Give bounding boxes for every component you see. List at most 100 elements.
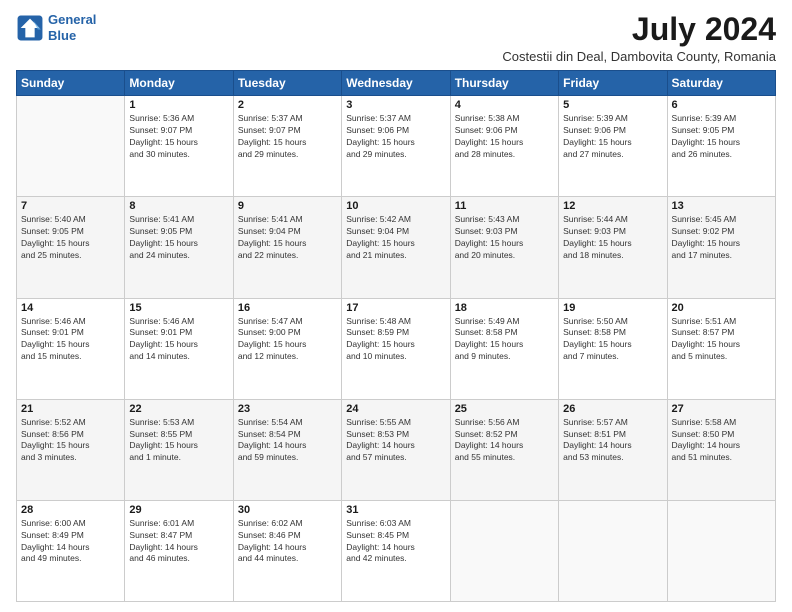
- day-number: 27: [672, 403, 771, 415]
- day-number: 24: [346, 403, 445, 415]
- day-number: 15: [129, 302, 228, 314]
- day-info: Sunrise: 5:50 AMSunset: 8:58 PMDaylight:…: [563, 316, 662, 364]
- calendar-cell: 22 Sunrise: 5:53 AMSunset: 8:55 PMDayligh…: [125, 399, 233, 500]
- day-info: Sunrise: 5:43 AMSunset: 9:03 PMDaylight:…: [455, 214, 554, 262]
- day-info: Sunrise: 5:51 AMSunset: 8:57 PMDaylight:…: [672, 316, 771, 364]
- day-number: 31: [346, 504, 445, 516]
- day-info: Sunrise: 5:55 AMSunset: 8:53 PMDaylight:…: [346, 417, 445, 465]
- day-info: Sunrise: 5:42 AMSunset: 9:04 PMDaylight:…: [346, 214, 445, 262]
- day-number: 29: [129, 504, 228, 516]
- day-info: Sunrise: 5:56 AMSunset: 8:52 PMDaylight:…: [455, 417, 554, 465]
- day-info: Sunrise: 6:01 AMSunset: 8:47 PMDaylight:…: [129, 518, 228, 566]
- logo-text: General Blue: [48, 12, 96, 43]
- day-header-sunday: Sunday: [17, 71, 125, 96]
- calendar-cell: 31Sunrise: 6:03 AMSunset: 8:45 PMDayligh…: [342, 500, 450, 601]
- calendar-cell: [450, 500, 558, 601]
- calendar-cell: 4 Sunrise: 5:38 AMSunset: 9:06 PMDaylight…: [450, 96, 558, 197]
- calendar-cell: 8 Sunrise: 5:41 AMSunset: 9:05 PMDaylight…: [125, 197, 233, 298]
- day-info: Sunrise: 5:41 AMSunset: 9:04 PMDaylight:…: [238, 214, 337, 262]
- day-info: Sunrise: 5:53 AMSunset: 8:55 PMDaylight:…: [129, 417, 228, 465]
- day-number: 23: [238, 403, 337, 415]
- day-info: Sunrise: 5:54 AMSunset: 8:54 PMDaylight:…: [238, 417, 337, 465]
- day-info: Sunrise: 5:37 AMSunset: 9:07 PMDaylight:…: [238, 113, 337, 161]
- day-header-tuesday: Tuesday: [233, 71, 341, 96]
- day-number: 5: [563, 99, 662, 111]
- calendar-cell: 21 Sunrise: 5:52 AMSunset: 8:56 PMDayligh…: [17, 399, 125, 500]
- calendar-cell: [17, 96, 125, 197]
- calendar-cell: 3Sunrise: 5:37 AMSunset: 9:06 PMDaylight…: [342, 96, 450, 197]
- calendar-cell: 20 Sunrise: 5:51 AMSunset: 8:57 PMDayligh…: [667, 298, 775, 399]
- location: Costestii din Deal, Dambovita County, Ro…: [502, 49, 776, 64]
- calendar-cell: 15 Sunrise: 5:46 AMSunset: 9:01 PMDayligh…: [125, 298, 233, 399]
- day-header-thursday: Thursday: [450, 71, 558, 96]
- day-number: 30: [238, 504, 337, 516]
- day-header-monday: Monday: [125, 71, 233, 96]
- day-info: Sunrise: 5:47 AMSunset: 9:00 PMDaylight:…: [238, 316, 337, 364]
- calendar-cell: 14 Sunrise: 5:46 AMSunset: 9:01 PMDayligh…: [17, 298, 125, 399]
- calendar-cell: 30 Sunrise: 6:02 AMSunset: 8:46 PMDayligh…: [233, 500, 341, 601]
- day-info: Sunrise: 5:41 AMSunset: 9:05 PMDaylight:…: [129, 214, 228, 262]
- day-info: Sunrise: 5:39 AMSunset: 9:06 PMDaylight:…: [563, 113, 662, 161]
- day-number: 2: [238, 99, 337, 111]
- day-number: 26: [563, 403, 662, 415]
- calendar-cell: 18 Sunrise: 5:49 AMSunset: 8:58 PMDayligh…: [450, 298, 558, 399]
- day-number: 21: [21, 403, 120, 415]
- day-number: 12: [563, 200, 662, 212]
- calendar-week-row: 14 Sunrise: 5:46 AMSunset: 9:01 PMDayligh…: [17, 298, 776, 399]
- calendar-cell: 2 Sunrise: 5:37 AMSunset: 9:07 PMDaylight…: [233, 96, 341, 197]
- day-info: Sunrise: 6:02 AMSunset: 8:46 PMDaylight:…: [238, 518, 337, 566]
- calendar-cell: 9Sunrise: 5:41 AMSunset: 9:04 PMDaylight…: [233, 197, 341, 298]
- calendar-cell: 7Sunrise: 5:40 AMSunset: 9:05 PMDaylight…: [17, 197, 125, 298]
- day-number: 28: [21, 504, 120, 516]
- calendar-cell: 24 Sunrise: 5:55 AMSunset: 8:53 PMDayligh…: [342, 399, 450, 500]
- day-number: 14: [21, 302, 120, 314]
- day-info: Sunrise: 5:38 AMSunset: 9:06 PMDaylight:…: [455, 113, 554, 161]
- day-number: 22: [129, 403, 228, 415]
- calendar-header-row: SundayMondayTuesdayWednesdayThursdayFrid…: [17, 71, 776, 96]
- day-header-wednesday: Wednesday: [342, 71, 450, 96]
- calendar-cell: 1Sunrise: 5:36 AMSunset: 9:07 PMDaylight…: [125, 96, 233, 197]
- calendar-week-row: 1Sunrise: 5:36 AMSunset: 9:07 PMDaylight…: [17, 96, 776, 197]
- day-number: 25: [455, 403, 554, 415]
- calendar-cell: 26 Sunrise: 5:57 AMSunset: 8:51 PMDayligh…: [559, 399, 667, 500]
- day-number: 11: [455, 200, 554, 212]
- calendar-week-row: 28Sunrise: 6:00 AMSunset: 8:49 PMDayligh…: [17, 500, 776, 601]
- logo: General Blue: [16, 12, 96, 43]
- day-info: Sunrise: 5:39 AMSunset: 9:05 PMDaylight:…: [672, 113, 771, 161]
- day-number: 20: [672, 302, 771, 314]
- day-number: 10: [346, 200, 445, 212]
- calendar-week-row: 7Sunrise: 5:40 AMSunset: 9:05 PMDaylight…: [17, 197, 776, 298]
- calendar-cell: 11 Sunrise: 5:43 AMSunset: 9:03 PMDayligh…: [450, 197, 558, 298]
- day-info: Sunrise: 5:37 AMSunset: 9:06 PMDaylight:…: [346, 113, 445, 161]
- day-info: Sunrise: 5:46 AMSunset: 9:01 PMDaylight:…: [129, 316, 228, 364]
- day-number: 7: [21, 200, 120, 212]
- day-header-saturday: Saturday: [667, 71, 775, 96]
- day-number: 6: [672, 99, 771, 111]
- day-info: Sunrise: 5:49 AMSunset: 8:58 PMDaylight:…: [455, 316, 554, 364]
- calendar-cell: 23 Sunrise: 5:54 AMSunset: 8:54 PMDayligh…: [233, 399, 341, 500]
- calendar-cell: 12 Sunrise: 5:44 AMSunset: 9:03 PMDayligh…: [559, 197, 667, 298]
- day-info: Sunrise: 5:58 AMSunset: 8:50 PMDaylight:…: [672, 417, 771, 465]
- calendar-cell: 27 Sunrise: 5:58 AMSunset: 8:50 PMDayligh…: [667, 399, 775, 500]
- day-info: Sunrise: 5:57 AMSunset: 8:51 PMDaylight:…: [563, 417, 662, 465]
- day-info: Sunrise: 5:36 AMSunset: 9:07 PMDaylight:…: [129, 113, 228, 161]
- day-number: 4: [455, 99, 554, 111]
- calendar-cell: [667, 500, 775, 601]
- day-info: Sunrise: 5:52 AMSunset: 8:56 PMDaylight:…: [21, 417, 120, 465]
- day-info: Sunrise: 5:44 AMSunset: 9:03 PMDaylight:…: [563, 214, 662, 262]
- month-year: July 2024: [502, 12, 776, 47]
- calendar-cell: 10 Sunrise: 5:42 AMSunset: 9:04 PMDayligh…: [342, 197, 450, 298]
- day-number: 16: [238, 302, 337, 314]
- calendar-cell: 17 Sunrise: 5:48 AMSunset: 8:59 PMDayligh…: [342, 298, 450, 399]
- day-number: 8: [129, 200, 228, 212]
- day-number: 17: [346, 302, 445, 314]
- day-number: 18: [455, 302, 554, 314]
- calendar-cell: 16 Sunrise: 5:47 AMSunset: 9:00 PMDayligh…: [233, 298, 341, 399]
- day-info: Sunrise: 5:46 AMSunset: 9:01 PMDaylight:…: [21, 316, 120, 364]
- page: General Blue July 2024 Costestii din Dea…: [0, 0, 792, 612]
- title-block: July 2024 Costestii din Deal, Dambovita …: [502, 12, 776, 64]
- day-info: Sunrise: 5:48 AMSunset: 8:59 PMDaylight:…: [346, 316, 445, 364]
- calendar-cell: [559, 500, 667, 601]
- calendar-cell: 19Sunrise: 5:50 AMSunset: 8:58 PMDayligh…: [559, 298, 667, 399]
- calendar-cell: 6 Sunrise: 5:39 AMSunset: 9:05 PMDaylight…: [667, 96, 775, 197]
